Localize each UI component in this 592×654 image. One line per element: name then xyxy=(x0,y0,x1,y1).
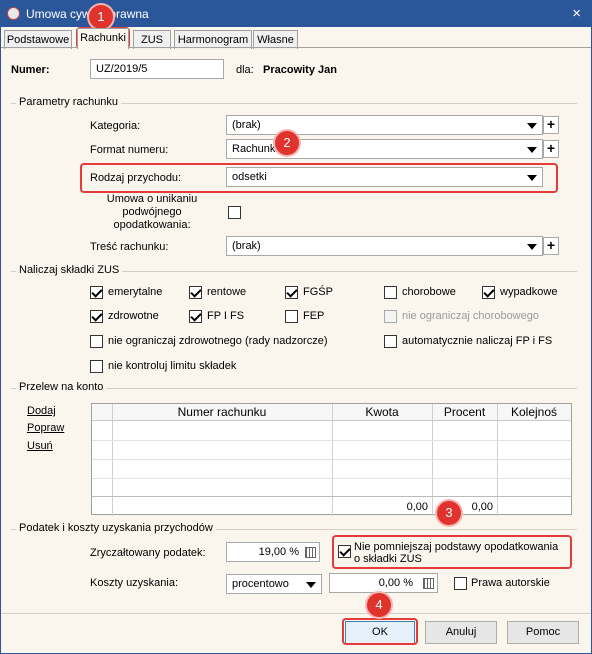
dialog-window: Umowa cywilnoprawna × Podstawowe Rachunk… xyxy=(0,0,592,654)
tab-bar: Podstawowe Rachunki ZUS Harmonogram Włas… xyxy=(1,27,591,49)
format-select[interactable]: Rachunki xyxy=(226,139,543,159)
col-divider xyxy=(332,404,333,516)
kategoria-label: Kategoria: xyxy=(90,120,141,132)
rentowe-label: rentowe xyxy=(207,286,247,298)
dla-label: dla: xyxy=(236,64,254,76)
umowa-label-1: Umowa o unikaniu xyxy=(106,193,198,205)
zdrowotne-checkbox[interactable] xyxy=(90,310,103,323)
tresc-add-button[interactable]: + xyxy=(543,237,559,255)
col-divider xyxy=(432,404,433,516)
auto-fp-fs-checkbox[interactable] xyxy=(384,335,397,348)
kategoria-add-button[interactable]: + xyxy=(543,116,559,134)
numer-label: Numer: xyxy=(11,64,50,76)
zryczaltowany-input[interactable]: 19,00 % xyxy=(226,542,320,562)
close-icon[interactable]: × xyxy=(572,5,581,22)
row-line xyxy=(92,440,571,441)
zdrowotne-label: zdrowotne xyxy=(108,310,159,322)
group-title-zus: Naliczaj składki ZUS xyxy=(16,264,123,276)
col-procent[interactable]: Procent xyxy=(432,404,497,421)
koszty-input[interactable]: 0,00 % xyxy=(329,573,438,593)
step-badge-2: 2 xyxy=(275,131,299,155)
window-title: Umowa cywilnoprawna xyxy=(26,7,149,21)
footer-divider xyxy=(1,613,591,614)
pomoc-button[interactable]: Pomoc xyxy=(507,621,579,644)
numer-input[interactable]: UZ/2019/5 xyxy=(90,59,224,79)
wypadkowe-checkbox[interactable] xyxy=(482,286,495,299)
col-divider xyxy=(497,404,498,516)
fgsp-checkbox[interactable] xyxy=(285,286,298,299)
highlight-rodzaj-przychodu xyxy=(80,163,558,193)
group-title-parametry: Parametry rachunku xyxy=(16,96,122,108)
step-badge-3: 3 xyxy=(437,501,461,525)
chevron-down-icon xyxy=(527,244,537,250)
col-kolejnosc[interactable]: Kolejnoś xyxy=(497,404,571,421)
nie-ograniczaj-zdrowotnego-label: nie ograniczaj zdrowotnego (rady nadzorc… xyxy=(108,335,328,347)
tresc-select[interactable]: (brak) xyxy=(226,236,543,256)
popraw-link[interactable]: Popraw xyxy=(27,422,64,434)
zryczaltowany-value: 19,00 % xyxy=(258,546,299,558)
step-badge-4: 4 xyxy=(367,593,391,617)
koszty-select-value: procentowo xyxy=(232,578,289,590)
totals-line xyxy=(92,496,571,497)
nie-ograniczaj-chorobowego-checkbox xyxy=(384,310,397,323)
group-title-przelew: Przelew na konto xyxy=(16,381,107,393)
anuluj-button[interactable]: Anuluj xyxy=(425,621,497,644)
total-kwota: 0,00 xyxy=(406,501,428,513)
col-kwota[interactable]: Kwota xyxy=(332,404,432,421)
emerytalne-label: emerytalne xyxy=(108,286,163,298)
chorobowe-checkbox[interactable] xyxy=(384,286,397,299)
col-numer-rachunku[interactable]: Numer rachunku xyxy=(112,404,332,421)
app-icon xyxy=(7,7,20,20)
umowa-checkbox[interactable] xyxy=(228,206,241,219)
fgsp-label: FGŚP xyxy=(303,286,333,298)
chorobowe-label: chorobowe xyxy=(402,286,456,298)
tab-rachunki[interactable]: Rachunki xyxy=(77,28,129,49)
chevron-down-icon xyxy=(527,123,537,129)
usun-link[interactable]: Usuń xyxy=(27,440,53,452)
dodaj-link[interactable]: Dodaj xyxy=(27,405,56,417)
fep-checkbox[interactable] xyxy=(285,310,298,323)
wypadkowe-label: wypadkowe xyxy=(500,286,558,298)
auto-fp-fs-label: automatycznie naliczaj FP i FS xyxy=(402,335,553,347)
chevron-down-icon xyxy=(306,582,316,588)
umowa-label-2: podwójnego xyxy=(122,206,182,218)
calculator-icon[interactable] xyxy=(423,578,434,589)
kategoria-select[interactable]: (brak) xyxy=(226,115,543,135)
group-title-podatek: Podatek i koszty uzyskania przychodów xyxy=(16,522,216,534)
prawa-autorskie-label: Prawa autorskie xyxy=(471,577,550,589)
row-line xyxy=(92,478,571,479)
emerytalne-checkbox[interactable] xyxy=(90,286,103,299)
umowa-label-3: opodatkowania: xyxy=(113,219,191,231)
rentowe-checkbox[interactable] xyxy=(189,286,202,299)
nie-ograniczaj-zdrowotnego-checkbox[interactable] xyxy=(90,335,103,348)
koszty-value: 0,00 % xyxy=(378,577,413,589)
koszty-label: Koszty uzyskania: xyxy=(90,577,179,589)
format-add-button[interactable]: + xyxy=(543,140,559,158)
tresc-value: (brak) xyxy=(232,240,261,252)
dla-value: Pracowity Jan xyxy=(263,64,337,76)
col-divider xyxy=(112,404,113,516)
nie-ograniczaj-chorobowego-label: nie ograniczaj chorobowego xyxy=(402,310,539,322)
fp-fs-checkbox[interactable] xyxy=(189,310,202,323)
step-badge-1: 1 xyxy=(89,5,113,29)
row-line xyxy=(92,459,571,460)
zryczaltowany-label: Zryczałtowany podatek: xyxy=(90,547,206,559)
accounts-table: Numer rachunku Kwota Procent Kolejnoś 0,… xyxy=(91,403,572,516)
nie-kontroluj-limitu-label: nie kontroluj limitu składek xyxy=(108,360,237,372)
highlight-ok-button xyxy=(342,618,418,645)
tresc-label: Treść rachunku: xyxy=(90,241,169,253)
format-value: Rachunki xyxy=(232,143,278,155)
format-label: Format numeru: xyxy=(90,144,169,156)
prawa-autorskie-checkbox[interactable] xyxy=(454,577,467,590)
fp-fs-label: FP I FS xyxy=(207,310,245,322)
kategoria-value: (brak) xyxy=(232,119,261,131)
chevron-down-icon xyxy=(527,147,537,153)
nie-kontroluj-limitu-checkbox[interactable] xyxy=(90,360,103,373)
table-header-indicator xyxy=(92,404,112,421)
highlight-nie-pomniejszaj xyxy=(332,535,572,569)
koszty-select[interactable]: procentowo xyxy=(226,574,322,594)
calculator-icon[interactable] xyxy=(305,547,316,558)
fep-label: FEP xyxy=(303,310,325,322)
